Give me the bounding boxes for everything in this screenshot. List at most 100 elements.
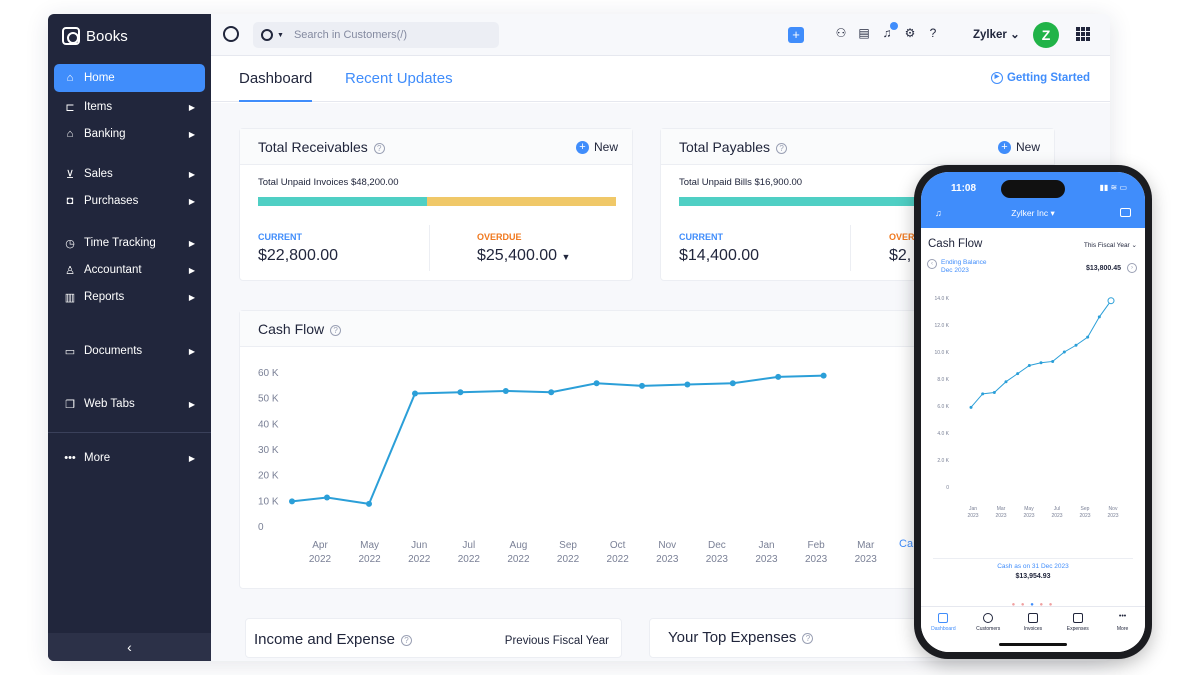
- sidebar-item-label: Documents: [84, 345, 143, 357]
- cash-as-on-label: Cash as on 31 Dec 2023: [997, 563, 1069, 570]
- phone-y-tick-label: 2.0 K: [937, 458, 949, 464]
- help-icon[interactable]: ?: [400, 634, 412, 646]
- tab-recent-updates[interactable]: Recent Updates: [345, 70, 453, 87]
- unpaid-total: Total Unpaid Bills $16,900.00: [679, 177, 803, 188]
- sidebar-divider: [48, 432, 211, 433]
- x-tick-label: Sep: [559, 540, 577, 551]
- clipboard-icon[interactable]: ▤: [857, 26, 871, 42]
- settings-icon[interactable]: ⚙: [903, 26, 917, 42]
- phone-nav-expenses[interactable]: Expenses: [1058, 613, 1098, 652]
- sidebar-item-more[interactable]: ••• More ▶: [54, 444, 205, 472]
- bag-icon: ◘: [66, 195, 74, 207]
- sidebar-item-home[interactable]: ⌂ Home: [54, 64, 205, 92]
- quick-create-button[interactable]: +: [788, 27, 804, 43]
- cash-flow-point: [684, 381, 691, 388]
- phone-y-tick-label: 6.0 K: [937, 404, 949, 410]
- bar-overdue-segment: [427, 197, 616, 206]
- y-tick-label: 40 K: [258, 419, 279, 430]
- search-input[interactable]: ▼ Search in Customers(/): [253, 22, 499, 48]
- cash-flow-point: [457, 389, 464, 396]
- chevron-right-icon: ▶: [188, 196, 195, 206]
- phone-period-select[interactable]: This Fiscal Year ⌄: [1084, 241, 1137, 249]
- ending-balance-label: Ending Balance: [941, 259, 987, 266]
- new-invoice-button[interactable]: + New: [575, 140, 618, 154]
- chevron-right-icon: ▶: [188, 265, 195, 275]
- chevron-down-icon[interactable]: ▼: [277, 32, 284, 39]
- divider: [850, 225, 851, 271]
- cash-flow-series-line: [291, 374, 824, 506]
- phone-mockup: 11:08 ▮▮ ≋ ▭ ♫ Zylker Inc ▾ Cash Flow Th…: [914, 165, 1152, 659]
- sidebar-item-time-tracking[interactable]: ◷ Time Tracking ▶: [54, 229, 205, 257]
- help-icon[interactable]: ?: [330, 324, 342, 336]
- folder-icon: ▭: [64, 345, 76, 358]
- phone-nav-customers[interactable]: Customers: [968, 613, 1008, 652]
- phone-org-switcher[interactable]: Zylker Inc ▾: [921, 208, 1145, 219]
- cash-flow-point: [502, 387, 509, 394]
- sidebar-item-purchases[interactable]: ◘ Purchases ▶: [54, 187, 205, 215]
- help-icon[interactable]: ?: [373, 142, 385, 154]
- card-title: Total Receivables?: [258, 139, 385, 155]
- new-bill-button[interactable]: + New: [997, 140, 1040, 154]
- sidebar-item-sales[interactable]: ⊻ Sales ▶: [54, 160, 205, 188]
- chevron-left-icon[interactable]: ‹: [927, 259, 937, 269]
- accountant-icon: ♙: [65, 264, 75, 277]
- phone-nav-more[interactable]: ••• More: [1103, 613, 1143, 652]
- receivables-card: Total Receivables? + New Total Unpaid Inv…: [239, 128, 633, 281]
- dynamic-island: [1001, 180, 1065, 198]
- phone-nav-invoices[interactable]: Invoices: [1013, 613, 1053, 652]
- phone-x-tick-label: May: [1024, 506, 1034, 512]
- x-tick-label: Jan: [758, 540, 774, 551]
- chevron-right-icon: ▶: [188, 238, 195, 248]
- bell-icon[interactable]: ♫: [880, 22, 898, 42]
- tab-dashboard[interactable]: Dashboard: [239, 70, 313, 102]
- phone-x-tick-label: Sep: [1081, 506, 1090, 512]
- phone-point: [1097, 315, 1101, 319]
- phone-x-tick-year: 2023: [1107, 513, 1118, 519]
- chevron-left-icon: ‹: [127, 639, 132, 655]
- help-icon[interactable]: ?: [926, 26, 940, 42]
- chevron-right-icon[interactable]: ›: [1127, 263, 1137, 273]
- sidebar-item-label: Banking: [84, 128, 126, 140]
- help-icon[interactable]: ?: [776, 142, 788, 154]
- org-switcher[interactable]: Zylker ⌄: [973, 27, 1020, 41]
- overdue-value[interactable]: $25,400.00 ▼: [477, 247, 570, 265]
- users-icon[interactable]: ⚇: [834, 26, 848, 42]
- apps-grid-icon[interactable]: [1076, 27, 1090, 41]
- cash-flow-point: [289, 498, 295, 505]
- avatar[interactable]: Z: [1033, 22, 1059, 48]
- home-indicator: [999, 643, 1067, 646]
- books-logo-icon: [62, 27, 80, 45]
- stage: Books ⌂ Home ⊏ Items ▶ ⌂ Banking ▶ ⊻ Sal…: [0, 0, 1200, 675]
- reports-icon: ▥: [64, 291, 76, 304]
- cash-as-on-value: $13,954.93: [1015, 573, 1051, 580]
- sidebar-item-documents[interactable]: ▭ Documents ▶: [54, 337, 205, 365]
- card-title: Your Top Expenses?: [668, 629, 814, 646]
- getting-started-link[interactable]: ▶ Getting Started: [990, 72, 1090, 84]
- phone-cash-summary: Cash as on 31 Dec 2023 $13,954.93: [933, 558, 1133, 588]
- phone-point: [1107, 297, 1115, 305]
- period-select[interactable]: Previous Fiscal Year: [505, 635, 609, 647]
- collapse-sidebar-button[interactable]: ‹: [48, 633, 211, 661]
- sidebar-item-items[interactable]: ⊏ Items ▶: [54, 93, 205, 121]
- phone-y-tick-label: 8.0 K: [937, 377, 949, 383]
- chevron-right-icon: ▶: [188, 169, 195, 179]
- sidebar-item-banking[interactable]: ⌂ Banking ▶: [54, 120, 205, 148]
- phone-y-tick-label: 4.0 K: [937, 431, 949, 437]
- folder-icon[interactable]: [1120, 208, 1131, 217]
- sidebar-item-reports[interactable]: ▥ Reports ▶: [54, 283, 205, 311]
- history-icon[interactable]: [223, 26, 239, 42]
- brand[interactable]: Books: [62, 24, 128, 48]
- dashboard-icon: [938, 613, 949, 623]
- cash-flow-point: [639, 382, 646, 389]
- help-icon[interactable]: ?: [802, 632, 814, 644]
- divider: [429, 225, 430, 271]
- sidebar-item-accountant[interactable]: ♙ Accountant ▶: [54, 256, 205, 284]
- phone-point: [1004, 380, 1008, 384]
- current-label: CURRENT: [679, 232, 723, 242]
- sidebar-item-web-tabs[interactable]: ❐ Web Tabs ▶: [54, 390, 205, 418]
- chevron-right-icon: ▶: [188, 102, 195, 112]
- card-header: Total Receivables? + New: [240, 129, 632, 165]
- phone-ending-balance: ‹ Ending Balance Dec 2023: [927, 259, 987, 275]
- overdue-label: OVERDUE: [477, 232, 522, 242]
- phone-nav-dashboard[interactable]: Dashboard: [923, 613, 963, 652]
